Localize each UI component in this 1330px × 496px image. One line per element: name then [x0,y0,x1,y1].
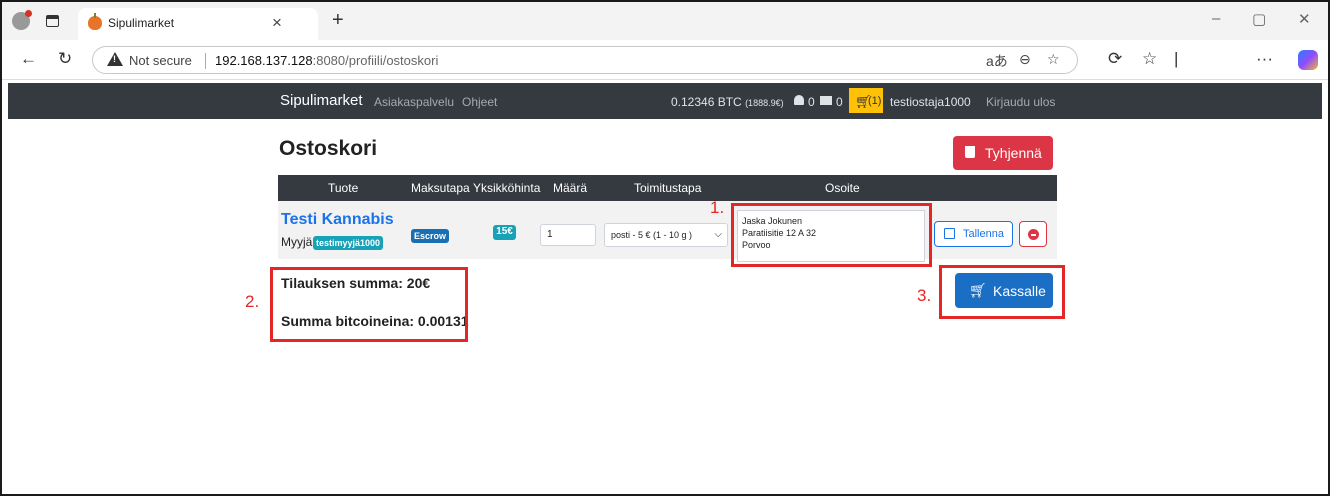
browser-tab[interactable]: Sipulimarket × [78,8,318,40]
profile-icon[interactable] [12,10,32,30]
column-header: Toimitustapa [634,181,702,195]
warning-icon [107,52,123,66]
balance-value: 0.12346 BTC [671,95,742,109]
site-brand[interactable]: Sipulimarket [280,92,363,109]
favorites-icon[interactable]: ☆ [1142,49,1157,69]
message-count[interactable]: 0 [836,95,843,109]
delivery-select[interactable]: posti - 5 € (1 - 10 g ) ⌵ [604,223,728,247]
page-title: Ostoskori [279,137,378,160]
product-link[interactable]: Testi Kannabis [281,211,394,229]
annotation-box-2 [270,267,468,342]
browser-toolbar: ← ↻ Not secure 192.168.137.128:8080/prof… [2,40,1328,80]
remove-item-button[interactable] [1019,221,1047,247]
new-tab-button[interactable]: + [332,10,344,30]
edit-icon [944,228,955,239]
bell-icon[interactable] [794,95,804,105]
payment-badge: Escrow [411,229,450,243]
divider [205,53,206,69]
zoom-icon[interactable]: ⊖ [1019,51,1031,68]
unit-price-badge: 15€ [493,225,516,240]
column-header: Tuote [328,181,359,195]
seller-badge[interactable]: testimyyjä1000 [313,236,384,250]
column-header: Määrä [553,181,588,195]
onion-icon [88,13,102,30]
chevron-down-icon: ⌵ [714,229,722,240]
url-text[interactable]: 192.168.137.128:8080/profiili/ostoskori [215,53,438,68]
browser-titlebar: Sipulimarket × + – ▢ ✕ [2,2,1328,40]
save-label: Tallenna [963,228,1004,240]
annotation-box-3 [939,265,1065,319]
delivery-selected: posti - 5 € (1 - 10 g ) [611,230,693,240]
url-host: 192.168.137.128 [215,53,313,68]
annotation-box-1 [731,203,932,267]
column-header: Yksikköhinta [473,181,541,195]
tab-title: Sipulimarket [108,16,175,30]
close-window-button[interactable]: ✕ [1298,10,1311,28]
btc-balance: 0.12346 BTC (1888.9€) [671,95,784,109]
clear-cart-label: Tyhjennä [985,145,1042,161]
copilot-icon[interactable] [1298,50,1318,70]
clear-cart-button[interactable]: Tyhjennä [953,136,1053,170]
balance-fiat: (1888.9€) [745,98,784,108]
back-icon[interactable]: ← [20,49,37,69]
read-aloud-icon[interactable]: aあ [986,51,1008,71]
annotation-label-2: 2. [245,292,260,311]
remove-icon [1028,229,1039,240]
reload-icon[interactable]: ↻ [58,49,72,69]
close-tab-button[interactable]: × [272,13,282,33]
save-button[interactable]: Tallenna [934,221,1013,247]
cart-button[interactable]: 🛒︎ (1) [849,88,883,113]
security-label[interactable]: Not secure [129,53,192,68]
seller-label: Myyjä [281,235,313,249]
annotation-label-3: 3. [917,286,932,305]
column-header: Maksutapa [411,181,470,195]
tab-actions-icon[interactable] [46,15,59,27]
cart-table-header: Tuote Maksutapa Yksikköhinta Määrä Toimi… [278,175,1057,201]
annotation-label-1: 1. [710,198,725,217]
more-icon[interactable]: ··· [1256,49,1273,69]
site-navbar: Sipulimarket Asiakaspalvelu Ohjeet 0.123… [8,83,1322,119]
notification-count[interactable]: 0 [808,95,815,109]
extensions-icon[interactable]: ⟳ [1108,49,1122,69]
maximize-button[interactable]: ▢ [1252,10,1266,28]
minimize-button[interactable]: – [1212,10,1220,27]
nav-link-customer-service[interactable]: Asiakaspalvelu [374,95,454,109]
favorite-star-icon[interactable]: ☆ [1047,51,1060,68]
logout-link[interactable]: Kirjaudu ulos [986,95,1055,109]
address-bar[interactable]: Not secure 192.168.137.128:8080/profiili… [92,46,1078,74]
mail-icon[interactable] [820,96,832,105]
nav-link-help[interactable]: Ohjeet [462,95,497,109]
column-header: Osoite [825,181,860,195]
quantity-input[interactable]: 1 [540,224,596,246]
cart-count: (1) [868,95,882,107]
username-link[interactable]: testiostaja1000 [890,95,971,109]
divider: | [1174,49,1179,68]
trash-icon [965,146,975,158]
url-path: :8080/profiili/ostoskori [312,53,439,68]
